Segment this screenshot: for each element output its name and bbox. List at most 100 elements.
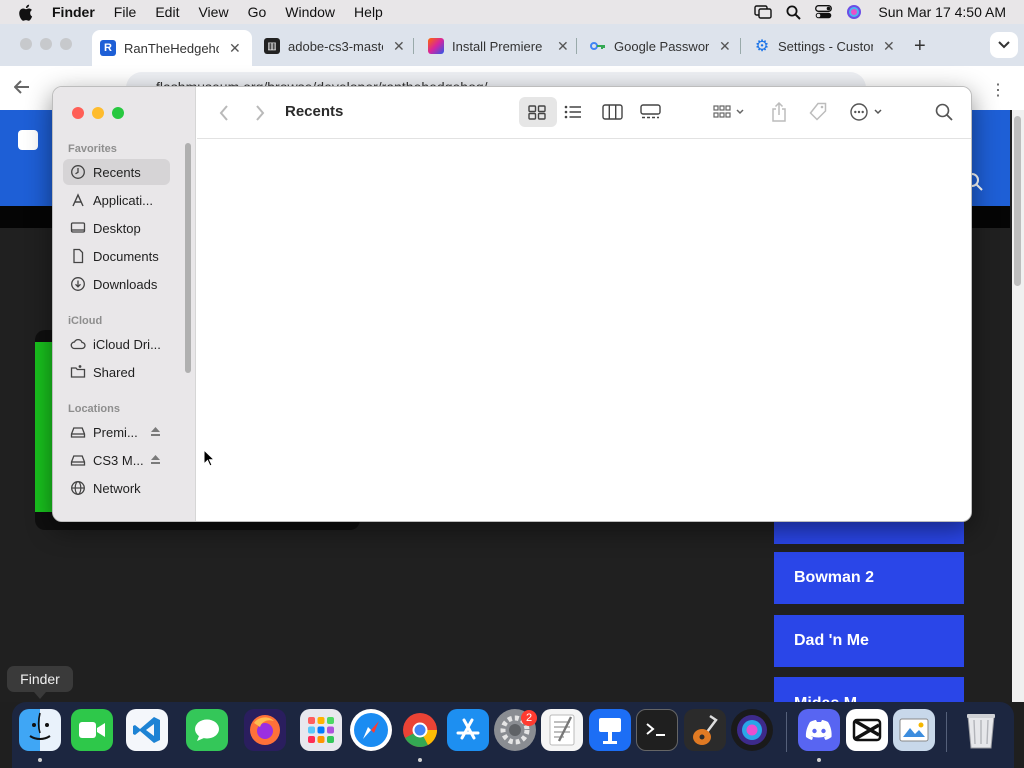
- back-icon[interactable]: [14, 80, 30, 94]
- menu-view[interactable]: View: [198, 4, 228, 20]
- group-by-icon[interactable]: [713, 105, 745, 119]
- capcut-icon[interactable]: [846, 709, 888, 751]
- zoom-button[interactable]: [112, 107, 124, 119]
- more-menu-icon[interactable]: ⋮: [990, 80, 1006, 100]
- share-icon[interactable]: [771, 102, 787, 122]
- search-icon[interactable]: [935, 103, 953, 121]
- new-tab-button[interactable]: +: [914, 32, 926, 60]
- sidebar-item-premiere-volume[interactable]: Premi...: [63, 419, 170, 445]
- sidebar-item-network[interactable]: Network: [63, 475, 170, 501]
- back-icon[interactable]: [219, 105, 229, 121]
- running-indicator: [38, 758, 42, 762]
- close-button[interactable]: [72, 107, 84, 119]
- launchpad-icon[interactable]: [300, 709, 342, 751]
- clock-icon: [71, 165, 85, 179]
- menu-window[interactable]: Window: [285, 4, 335, 20]
- sidebar-item-downloads[interactable]: Downloads: [63, 271, 170, 297]
- browser-tab-4[interactable]: Google Password ✕: [590, 32, 731, 60]
- spotlight-search-icon[interactable]: [786, 5, 802, 20]
- globe-icon: [71, 481, 85, 495]
- close-tab-icon[interactable]: ✕: [229, 40, 241, 57]
- applications-icon: [72, 193, 84, 207]
- browser-tab-2[interactable]: ▥ adobe-cs3-master ✕: [264, 32, 405, 60]
- close-tab-icon[interactable]: ✕: [393, 38, 405, 55]
- sidebar-item-shared[interactable]: Shared: [63, 359, 170, 385]
- column-view-icon[interactable]: [602, 104, 623, 120]
- running-indicator: [817, 758, 821, 762]
- flash-museum-icon: R: [100, 40, 116, 56]
- eject-icon[interactable]: [150, 426, 161, 437]
- sidebar-item-label: Network: [93, 480, 141, 496]
- discord-icon[interactable]: [798, 709, 840, 751]
- facetime-icon[interactable]: [71, 709, 113, 751]
- trash-icon[interactable]: [960, 709, 1002, 751]
- window-close-inactive[interactable]: [20, 38, 32, 50]
- premiere-icon: [428, 38, 444, 54]
- messages-icon[interactable]: [186, 709, 228, 751]
- forward-icon[interactable]: [255, 105, 265, 121]
- apple-menu-icon[interactable]: [18, 4, 36, 21]
- gallery-view-icon[interactable]: [640, 104, 661, 120]
- close-tab-icon[interactable]: ✕: [719, 38, 731, 55]
- list-view-icon[interactable]: [564, 105, 582, 119]
- window-zoom-inactive[interactable]: [60, 38, 72, 50]
- siri-icon[interactable]: [846, 4, 862, 20]
- page-scroll-thumb[interactable]: [1014, 116, 1021, 286]
- app-store-icon[interactable]: [447, 709, 489, 751]
- sidebar-item-label: iCloud Dri...: [93, 336, 161, 352]
- menu-app-name[interactable]: Finder: [52, 4, 95, 20]
- finder-icon[interactable]: [19, 709, 61, 751]
- action-menu-icon[interactable]: [850, 103, 884, 121]
- nav-button-bowman-2[interactable]: Bowman 2: [774, 552, 964, 604]
- keynote-icon[interactable]: [589, 709, 631, 751]
- dock-tooltip: Finder: [7, 666, 73, 699]
- dock-separator: [786, 712, 787, 752]
- browser-tab-3[interactable]: Install Premiere ✕: [428, 32, 569, 60]
- preview-icon[interactable]: [893, 709, 935, 751]
- minimize-button[interactable]: [92, 107, 104, 119]
- sidebar-item-icloud-drive[interactable]: iCloud Dri...: [63, 331, 170, 357]
- terminal-icon[interactable]: [636, 709, 678, 751]
- sidebar-item-documents[interactable]: Documents: [63, 243, 170, 269]
- archive-icon: ▥: [264, 38, 280, 54]
- vscode-icon[interactable]: [126, 709, 168, 751]
- tag-icon[interactable]: [808, 102, 828, 122]
- tab-separator: [413, 38, 414, 54]
- sidebar-item-applications[interactable]: Applicati...: [63, 187, 170, 213]
- close-tab-icon[interactable]: ✕: [557, 38, 569, 55]
- screen-mirroring-icon[interactable]: [754, 5, 773, 19]
- sidebar-item-recents[interactable]: Recents: [63, 159, 170, 185]
- sidebar-item-cs3-volume[interactable]: CS3 M...: [63, 447, 170, 473]
- page-scrollbar[interactable]: [1012, 110, 1024, 702]
- siri-app-icon[interactable]: [731, 709, 773, 751]
- menu-clock[interactable]: Sun Mar 17 4:50 AM: [878, 4, 1006, 20]
- sidebar-scrollbar[interactable]: [185, 143, 191, 373]
- menu-help[interactable]: Help: [354, 4, 383, 20]
- safari-icon[interactable]: [350, 709, 392, 751]
- sidebar-item-label: Recents: [93, 164, 141, 180]
- close-tab-icon[interactable]: ✕: [883, 38, 895, 55]
- finder-content-area[interactable]: [197, 140, 971, 521]
- sidebar-item-desktop[interactable]: Desktop: [63, 215, 170, 241]
- browser-tab-5[interactable]: ⚙ Settings - Custom ✕: [754, 32, 895, 60]
- control-center-icon[interactable]: [815, 5, 833, 19]
- firefox-icon[interactable]: [244, 709, 286, 751]
- eject-icon[interactable]: [150, 454, 161, 465]
- window-minimize-inactive[interactable]: [40, 38, 52, 50]
- browser-tab-1[interactable]: R RanTheHedgehog ✕: [92, 30, 252, 66]
- textedit-icon[interactable]: [541, 709, 583, 751]
- chrome-icon[interactable]: [399, 709, 441, 751]
- menu-file[interactable]: File: [114, 4, 137, 20]
- sidebar-item-label: Applicati...: [93, 192, 153, 208]
- menu-edit[interactable]: Edit: [155, 4, 179, 20]
- nav-button-dad-n-me[interactable]: Dad 'n Me: [774, 615, 964, 667]
- tab-search-button[interactable]: [990, 32, 1018, 58]
- icon-view-icon[interactable]: [528, 105, 546, 120]
- tab-title: Settings - Custom: [778, 38, 873, 54]
- document-icon: [73, 248, 84, 264]
- menu-go[interactable]: Go: [248, 4, 267, 20]
- finder-window: Favorites Recents Applicati... Desktop D…: [52, 86, 972, 522]
- drive-icon: [70, 455, 86, 466]
- site-logo[interactable]: [18, 130, 38, 150]
- garageband-icon[interactable]: [684, 709, 726, 751]
